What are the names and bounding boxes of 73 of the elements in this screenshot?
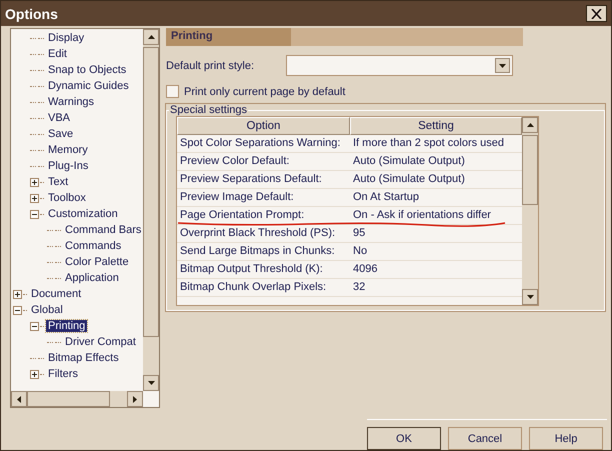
collapse-icon[interactable] (30, 210, 39, 218)
dialog-button[interactable]: Cancel (448, 427, 522, 450)
table-cell-text: Preview Color Default: (179, 154, 290, 169)
scroll-up-icon (148, 35, 154, 39)
table-cell-text: No (352, 244, 368, 259)
table-cell-text: 32 (352, 280, 366, 295)
tree-item[interactable]: Filters (46, 368, 80, 380)
tree-item[interactable]: Driver Compat (63, 336, 138, 348)
expand-icon[interactable] (30, 194, 39, 202)
table-cell-text: Bitmap Output Threshold (K): (179, 262, 324, 277)
window-title: Options (5, 6, 58, 22)
tree-item[interactable]: Toolbox (46, 192, 88, 204)
tree-item[interactable]: Document (29, 288, 84, 300)
group-title: Special settings (169, 104, 248, 116)
tree-item[interactable]: Commands (63, 240, 124, 252)
collapse-icon[interactable] (30, 322, 39, 330)
expand-icon[interactable] (13, 290, 22, 298)
field-label: Default print style: (166, 60, 254, 72)
tree-item[interactable]: Command Bars (63, 224, 143, 236)
tree-item[interactable]: Display (46, 32, 86, 44)
tree-item[interactable]: Warnings (46, 96, 96, 108)
table-cell-text: Auto (Simulate Output) (352, 172, 466, 187)
tree-item[interactable]: Snap to Objects (46, 64, 128, 76)
table-cell-text: On At Startup (352, 190, 420, 205)
tree-item[interactable]: Text (46, 176, 70, 188)
table-cell-text: Preview Separations Default: (179, 172, 323, 187)
tree-item[interactable]: Memory (46, 144, 90, 156)
column-header[interactable]: Option (177, 117, 350, 135)
scroll-down-icon (148, 381, 154, 385)
scroll-left-icon (17, 396, 21, 402)
tree-item[interactable]: Plug-Ins (46, 160, 90, 172)
table-cell-text: Page Orientation Prompt: (179, 208, 306, 223)
checkbox[interactable] (166, 85, 179, 98)
dialog-button[interactable]: Help (529, 427, 603, 450)
scroll-down-icon (526, 295, 534, 299)
tree-item[interactable]: Color Palette (63, 256, 131, 268)
tree-item[interactable]: Printing (46, 320, 88, 332)
vertical-scrollbar[interactable] (143, 29, 159, 391)
page-title: Printing (166, 28, 291, 46)
scroll-right-icon (133, 396, 137, 402)
tree-item[interactable]: Application (63, 272, 121, 284)
table-cell-text: 95 (352, 226, 366, 241)
table-cell-text: On - Ask if orientations differ (352, 208, 492, 223)
tree-item[interactable]: VBA (46, 112, 72, 124)
table-cell-text: Spot Color Separations Warning: (179, 136, 342, 151)
table-scrollbar[interactable] (522, 117, 538, 305)
horizontal-scrollbar[interactable] (11, 391, 143, 407)
scroll-thumb[interactable] (522, 135, 538, 205)
scroll-up-icon (526, 123, 534, 127)
expand-icon[interactable] (30, 370, 39, 378)
table-cell-text: Bitmap Chunk Overlap Pixels: (179, 280, 328, 295)
table-cell-text: Overprint Black Threshold (PS): (179, 226, 336, 241)
table-cell-text: If more than 2 spot colors used (352, 136, 506, 151)
tree-item[interactable]: Bitmap Effects (46, 352, 121, 364)
print-style-dropdown[interactable] (286, 55, 513, 76)
table-cell-text: Send Large Bitmaps in Chunks: (179, 244, 336, 259)
tree-item[interactable]: Global (29, 304, 65, 316)
tree-item[interactable]: Save (46, 128, 76, 140)
close-icon (591, 8, 602, 18)
dropdown-arrow-icon (499, 64, 506, 68)
scroll-thumb[interactable] (143, 47, 159, 337)
checkbox-label: Print only current page by default (184, 86, 346, 98)
expand-icon[interactable] (30, 178, 39, 186)
table-cell-text: Auto (Simulate Output) (352, 154, 466, 169)
tree-item[interactable]: Edit (46, 48, 69, 60)
column-header[interactable]: Setting (350, 117, 522, 135)
table-cell-text: 4096 (352, 262, 378, 277)
dialog-button[interactable]: OK (367, 427, 441, 450)
collapse-icon[interactable] (13, 306, 22, 314)
tree-item[interactable]: Customization (46, 208, 120, 220)
close-button[interactable] (586, 5, 607, 22)
table-cell-text: Preview Image Default: (179, 190, 295, 205)
tree-item[interactable]: Dynamic Guides (46, 80, 131, 92)
